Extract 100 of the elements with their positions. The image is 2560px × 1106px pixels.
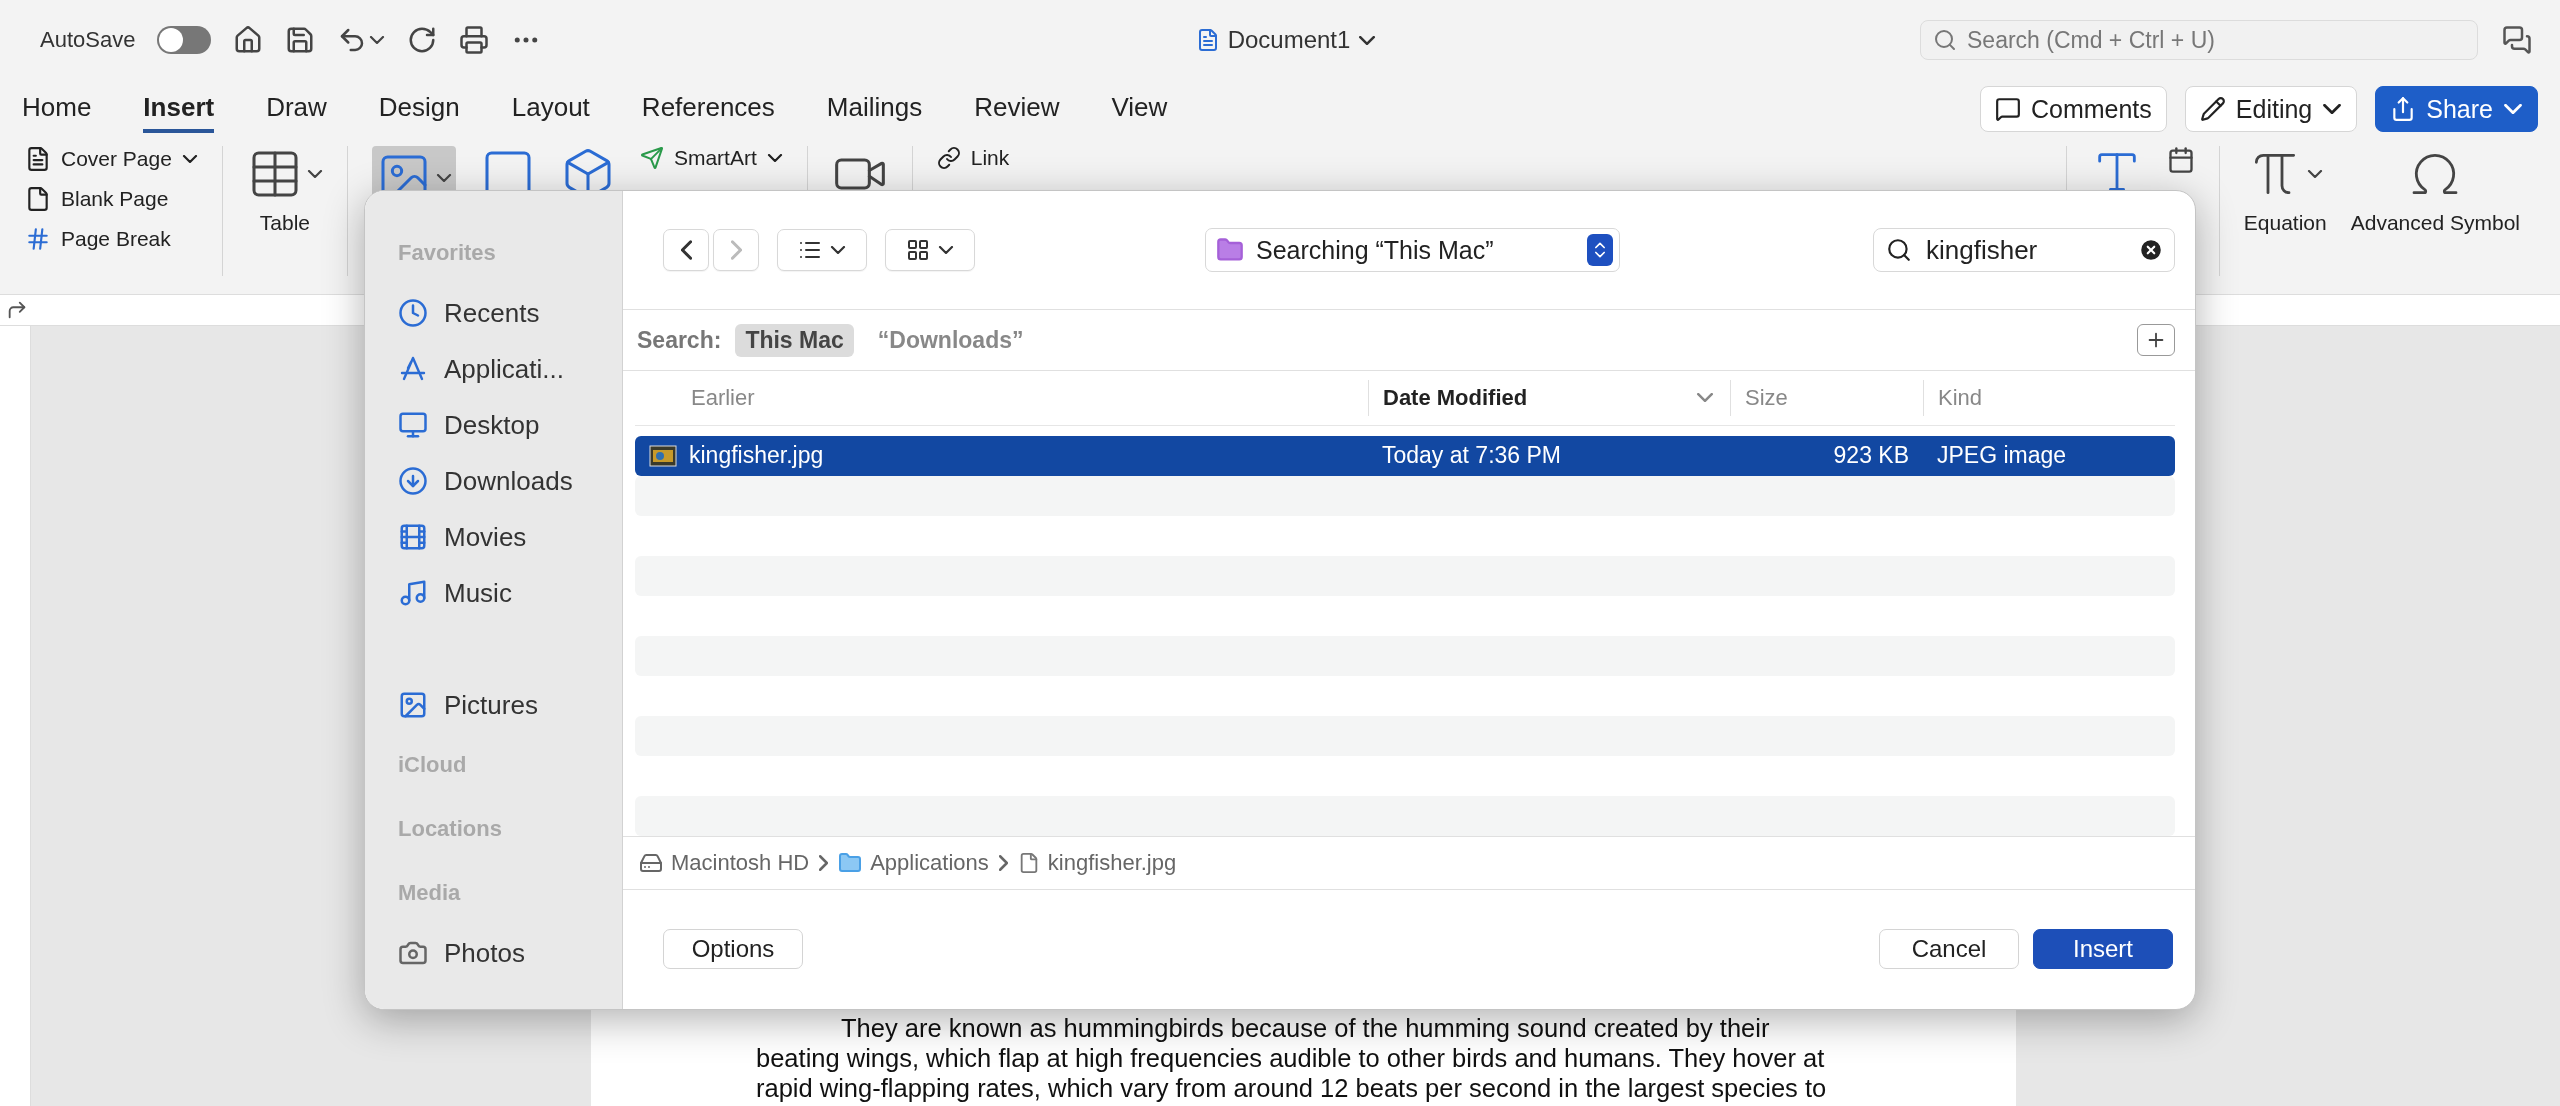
print-icon[interactable] <box>459 25 490 55</box>
caret-icon[interactable] <box>369 36 386 44</box>
page-icon <box>25 186 51 212</box>
column-header[interactable]: Size <box>1730 379 1923 416</box>
ribbon-tab[interactable]: Insert <box>143 85 215 133</box>
caret-icon <box>181 155 198 163</box>
redo-icon[interactable] <box>407 25 438 55</box>
image-file-icon <box>649 444 677 467</box>
comment-icon <box>1994 96 2021 122</box>
document-text: They are known as hummingbirds because of the humming sound created by their <box>840 1013 1771 1043</box>
ribbon-tab[interactable]: Home <box>22 85 92 133</box>
document-title[interactable]: Document1 <box>1227 26 1351 54</box>
sidebar-heading: Locations <box>398 815 503 843</box>
back-icon <box>680 239 692 262</box>
document-text: rapid wing-flapping rates, which vary from around 12 beats per second in the largest species to <box>756 1073 1828 1103</box>
ribbon-item[interactable]: Blank Page <box>25 186 198 212</box>
ribbon-tab[interactable]: Review <box>974 85 1060 133</box>
page-icon <box>25 146 51 172</box>
sidebar-item[interactable]: Recents <box>398 285 622 341</box>
caret-icon <box>830 246 846 255</box>
kind-cell-text: JPEG image <box>1936 442 2068 470</box>
date-cell-text: Today at 7:36 PM <box>1381 442 1562 470</box>
group-button[interactable] <box>885 229 975 272</box>
ribbon-tab[interactable]: Design <box>378 85 460 133</box>
sidebar-item[interactable]: Downloads <box>398 453 622 509</box>
document-text: beating wings, which flap at high frequencies audible to other birds and humans. They hover at <box>756 1043 1826 1073</box>
sidebar-icon <box>398 578 428 608</box>
size-cell-text: 923 KB <box>1832 442 1910 470</box>
caret-icon <box>2307 170 2324 178</box>
ribbon-tab[interactable]: Mailings <box>826 85 923 133</box>
ribbon-tab[interactable]: View <box>1111 85 1168 133</box>
file-row[interactable]: kingfisher.jpg Today at 7:36 PM 923 KB JPEG image <box>635 435 2175 476</box>
share-button[interactable]: Share <box>2375 86 2538 132</box>
path-item[interactable]: Macintosh HD <box>639 849 810 876</box>
symbol-button[interactable]: Advanced Symbol <box>2350 146 2520 236</box>
sidebar-icon <box>398 410 428 440</box>
sidebar-icon <box>398 298 428 328</box>
pencil-icon <box>2199 96 2226 122</box>
ribbon-item[interactable]: Page Break <box>25 226 198 252</box>
dialog-button[interactable]: Insert <box>2033 929 2173 970</box>
search-icon <box>1933 28 1957 52</box>
caret-icon <box>2322 104 2343 114</box>
sidebar-item[interactable]: Pictures <box>398 677 622 733</box>
caret-icon <box>938 246 954 255</box>
dialog-button[interactable]: Cancel <box>1879 929 2019 970</box>
column-header[interactable]: Earlier <box>635 379 1368 416</box>
stepper-icon <box>1587 234 1613 267</box>
home-icon[interactable] <box>233 25 264 55</box>
caret-icon <box>766 154 783 162</box>
sidebar-heading: Media <box>398 879 462 907</box>
calendar-icon[interactable] <box>2166 146 2195 174</box>
sidebar-heading: iCloud <box>398 751 468 779</box>
caret-icon[interactable] <box>1358 35 1377 45</box>
sidebar-item[interactable]: Photos <box>398 925 622 981</box>
sidebar-item[interactable]: Desktop <box>398 397 622 453</box>
path-item[interactable]: kingfisher.jpg <box>1017 849 1177 876</box>
sidebar-item[interactable]: Movies <box>398 509 622 565</box>
table-button[interactable]: Table <box>246 146 323 236</box>
sort-icon <box>1696 393 1714 403</box>
link-icon <box>936 146 961 170</box>
list-view-button[interactable] <box>777 229 867 272</box>
dialog-search-field[interactable]: kingfisher <box>1873 228 2175 273</box>
caret-icon <box>2503 104 2523 114</box>
editing-button[interactable]: Editing <box>2184 86 2358 132</box>
sidebar-item[interactable]: Applicati... <box>398 341 622 397</box>
folder-icon <box>838 850 863 875</box>
separator-icon <box>998 853 1008 872</box>
ribbon-tab[interactable]: Draw <box>266 85 327 133</box>
column-header[interactable]: Date Modified <box>1368 379 1730 416</box>
file-name: kingfisher.jpg <box>689 442 824 470</box>
sidebar-icon <box>398 690 428 720</box>
sidebar-icon <box>398 466 428 496</box>
smartart-button[interactable]: SmartArt <box>639 146 783 170</box>
sidebar-heading: Favorites <box>398 239 497 267</box>
location-popup[interactable]: Searching “This Mac” <box>1205 228 1620 273</box>
equation-button[interactable]: Equation <box>2243 146 2327 236</box>
grid-icon <box>906 238 930 263</box>
dialog-button[interactable]: Options <box>663 929 803 970</box>
autosave-label: AutoSave <box>40 27 136 53</box>
ribbon-tab[interactable]: Layout <box>511 85 590 133</box>
sidebar-item[interactable]: Music <box>398 565 622 621</box>
ribbon-item[interactable]: Cover Page <box>25 146 198 172</box>
ribbon-tab[interactable]: References <box>641 85 775 133</box>
add-button[interactable] <box>2137 324 2175 357</box>
autosave-toggle[interactable] <box>157 26 212 54</box>
search-field[interactable]: Search (Cmd + Ctrl + U) <box>1920 20 2478 60</box>
caret-icon <box>306 170 323 178</box>
column-header[interactable]: Kind <box>1923 379 2175 416</box>
back-button[interactable] <box>663 229 709 272</box>
forward-icon <box>730 239 742 262</box>
search-label: Search: <box>637 326 722 354</box>
search-scope[interactable]: This Mac <box>735 323 854 357</box>
search-scope[interactable]: “Downloads” <box>867 323 1034 357</box>
comments-button[interactable]: Comments <box>1979 86 2167 132</box>
link-button[interactable]: Link <box>936 146 1010 170</box>
sidebar-icon <box>398 522 428 552</box>
separator-icon <box>819 853 829 872</box>
caret-icon <box>435 174 452 182</box>
path-item[interactable]: Applications <box>838 849 989 876</box>
search-icon <box>1886 237 1912 264</box>
